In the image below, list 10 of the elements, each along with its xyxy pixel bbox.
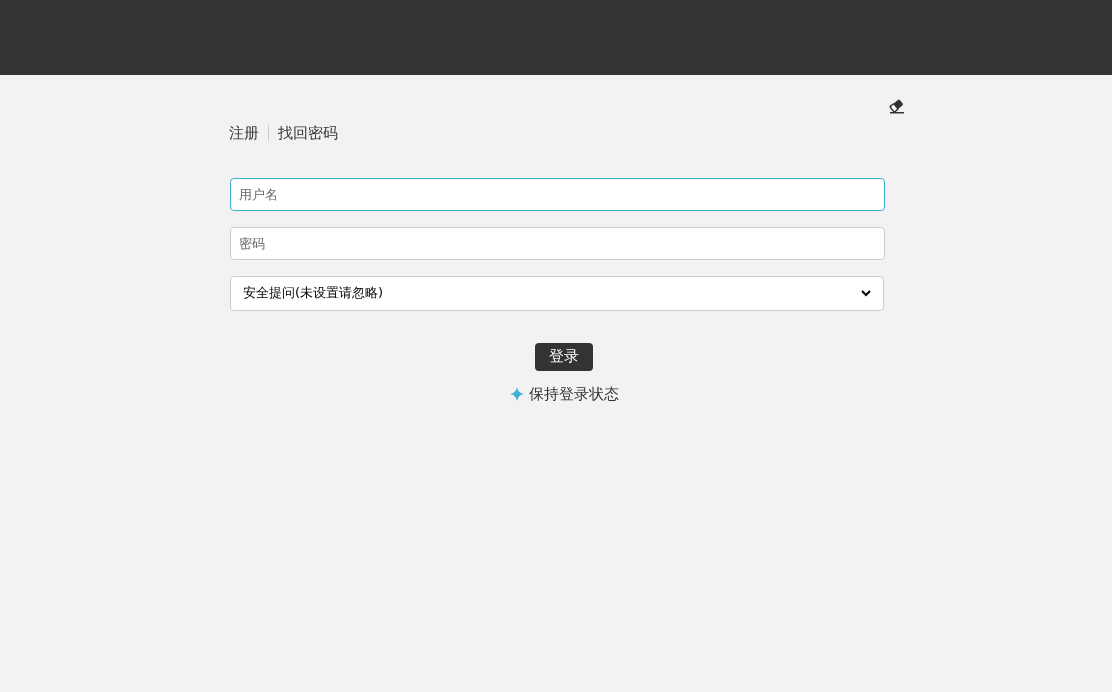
sparkle-icon: [509, 386, 524, 401]
username-field[interactable]: 用户名: [230, 177, 885, 211]
eraser-icon[interactable]: [889, 99, 905, 114]
remember-login-option[interactable]: 保持登录状态: [528, 382, 619, 405]
login-button[interactable]: 登录: [535, 342, 593, 371]
text-link[interactable]: 注册: [229, 122, 259, 145]
chevron-down-icon: [861, 289, 871, 297]
text-link[interactable]: 找回密码: [278, 122, 338, 145]
password-field[interactable]: 密码: [230, 226, 885, 260]
security-question-select[interactable]: 安全提问(未设置请忽略): [230, 275, 884, 311]
